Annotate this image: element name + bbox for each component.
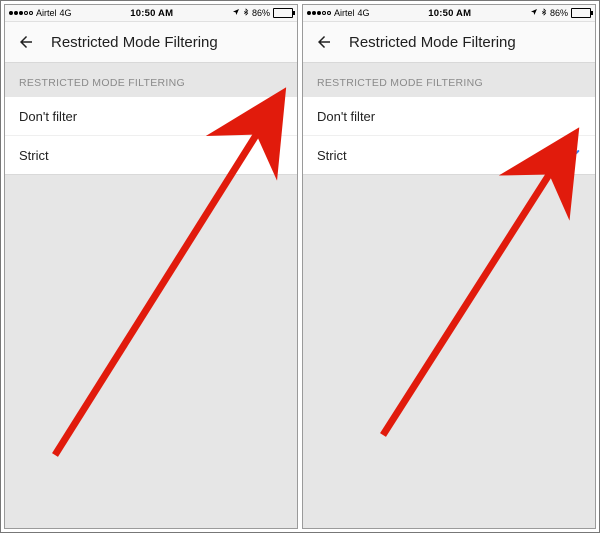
option-dont-filter[interactable]: Don't filter [303,97,595,136]
bluetooth-icon [243,8,249,19]
back-arrow-icon[interactable] [17,33,35,51]
battery-pct: 86% [550,8,568,18]
app-header: Restricted Mode Filtering [303,22,595,63]
option-strict[interactable]: Strict [5,136,297,175]
section-header: RESTRICTED MODE FILTERING [5,63,297,97]
page-title: Restricted Mode Filtering [51,34,218,51]
battery-icon [273,8,293,18]
carrier-label: Airtel [334,8,355,18]
status-time: 10:50 AM [428,8,471,19]
battery-pct: 86% [252,8,270,18]
back-arrow-icon[interactable] [315,33,333,51]
option-dont-filter[interactable]: Don't filter [5,97,297,136]
signal-dots-icon [9,11,33,15]
app-header: Restricted Mode Filtering [5,22,297,63]
location-icon [232,8,240,18]
bluetooth-icon [541,8,547,19]
page-title: Restricted Mode Filtering [349,34,516,51]
phone-screen-right: Airtel 4G 10:50 AM 86% Restricted Mode F… [302,4,596,529]
option-label: Strict [19,148,49,163]
battery-icon [571,8,591,18]
location-icon [530,8,538,18]
status-time: 10:50 AM [130,8,173,19]
option-list: Don't filter Strict [303,97,595,175]
signal-dots-icon [307,11,331,15]
section-header: RESTRICTED MODE FILTERING [303,63,595,97]
option-label: Don't filter [19,109,77,124]
option-strict[interactable]: Strict [303,136,595,175]
carrier-label: Airtel [36,8,57,18]
option-label: Strict [317,148,347,163]
network-label: 4G [358,8,370,18]
status-bar: Airtel 4G 10:50 AM 86% [5,5,297,22]
network-label: 4G [60,8,72,18]
check-icon [267,108,283,124]
comparison-canvas: Airtel 4G 10:50 AM 86% Restricted Mode F… [0,0,600,533]
annotation-arrow [363,135,593,455]
phone-screen-left: Airtel 4G 10:50 AM 86% Restricted Mode F… [4,4,298,529]
option-label: Don't filter [317,109,375,124]
status-bar: Airtel 4G 10:50 AM 86% [303,5,595,22]
option-list: Don't filter Strict [5,97,297,175]
check-icon [565,147,581,163]
